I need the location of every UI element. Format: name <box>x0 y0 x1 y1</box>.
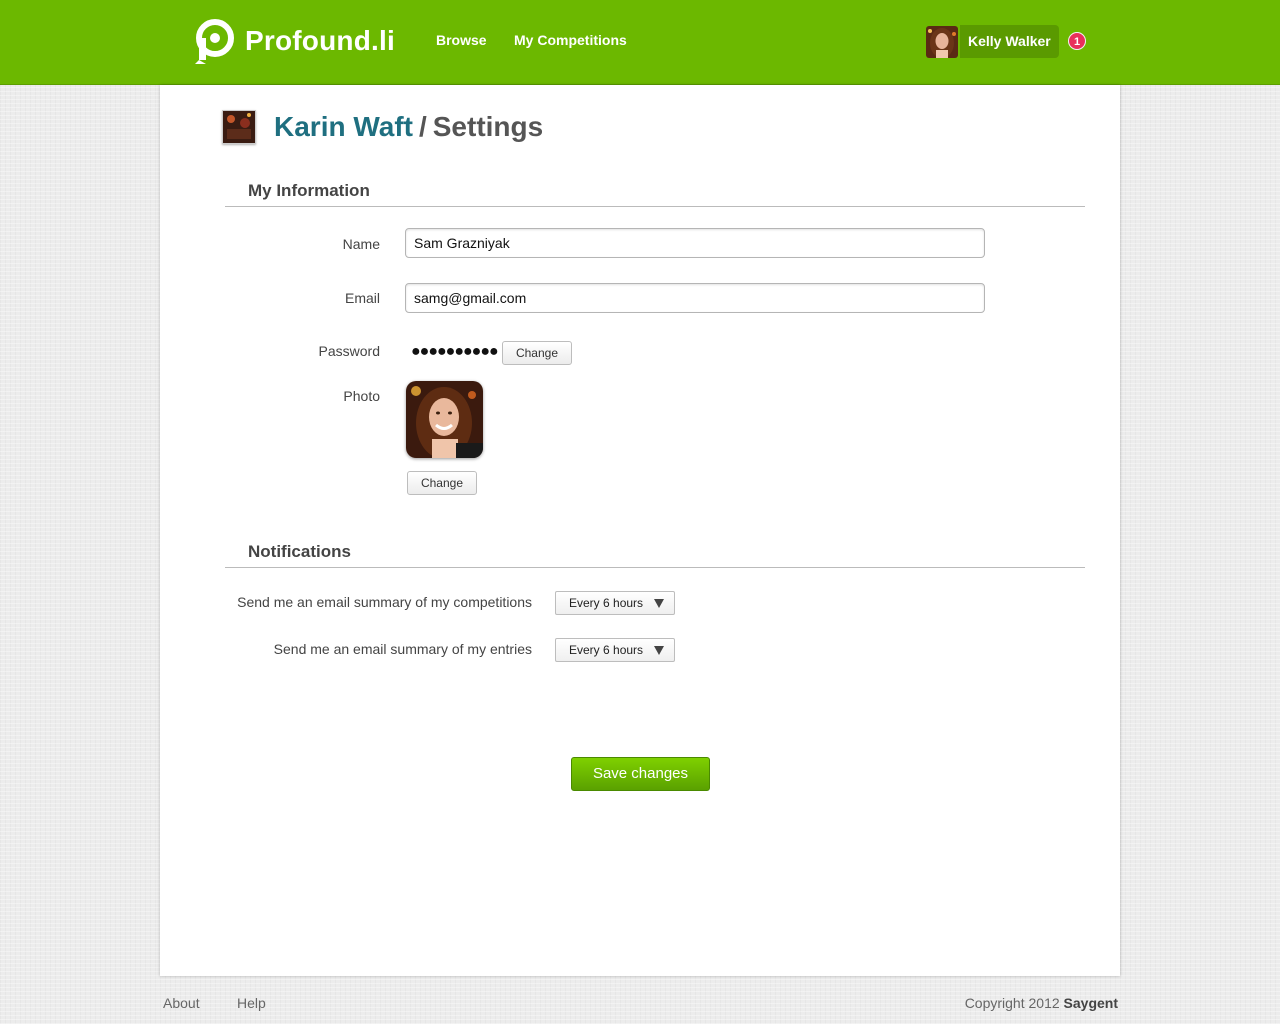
footer-about-link[interactable]: About <box>163 995 200 1011</box>
dropdown-arrow-icon <box>654 599 664 608</box>
main-panel <box>160 85 1120 976</box>
brand-name: Profound.li <box>245 25 395 56</box>
user-menu[interactable]: Kelly Walker <box>926 25 1059 58</box>
dropdown-arrow-icon <box>654 646 664 655</box>
save-changes-button[interactable]: Save changes <box>571 757 710 791</box>
page-header: Karin Waft / Settings <box>222 110 543 144</box>
competition-avatar <box>222 110 256 144</box>
password-mask: ●●●●●●●●●● <box>411 343 499 360</box>
change-password-button[interactable]: Change <box>502 341 572 365</box>
nav-my-competitions[interactable]: My Competitions <box>514 32 627 48</box>
my-information-heading: My Information <box>248 181 370 200</box>
copyright-text: Copyright 2012 <box>964 995 1060 1011</box>
competitions-frequency-value: Every 6 hours <box>569 596 644 610</box>
section-divider <box>225 567 1085 568</box>
password-label: Password <box>318 343 380 359</box>
competitions-summary-label: Send me an email summary of my competiti… <box>237 594 532 610</box>
user-avatar <box>926 25 958 58</box>
page-owner-link[interactable]: Karin Waft <box>274 111 413 143</box>
name-input[interactable] <box>405 228 985 258</box>
user-name: Kelly Walker <box>960 25 1059 58</box>
photo-label: Photo <box>343 388 380 404</box>
section-divider <box>225 206 1085 207</box>
name-label: Name <box>342 236 380 252</box>
company-name[interactable]: Saygent <box>1064 995 1118 1011</box>
email-input[interactable] <box>405 283 985 313</box>
page-title: Settings <box>432 111 544 142</box>
nav-browse[interactable]: Browse <box>436 32 487 48</box>
top-navigation-bar: Profound.li Browse My Competitions Kelly… <box>0 0 1280 85</box>
notification-badge[interactable]: 1 <box>1068 32 1086 50</box>
brand-logo[interactable]: Profound.li <box>193 18 395 64</box>
profound-logo-icon <box>195 19 234 64</box>
entries-frequency-select[interactable]: Every 6 hours <box>555 638 675 662</box>
competitions-frequency-select[interactable]: Every 6 hours <box>555 591 675 615</box>
copyright-notice: Copyright 2012 Saygent <box>965 995 1118 1011</box>
entries-frequency-value: Every 6 hours <box>569 643 644 657</box>
notifications-heading: Notifications <box>248 542 351 561</box>
change-photo-button[interactable]: Change <box>407 471 477 495</box>
email-label: Email <box>344 290 380 306</box>
profile-photo <box>406 381 483 458</box>
title-separator: / <box>418 111 427 142</box>
entries-summary-label: Send me an email summary of my entries <box>273 641 532 657</box>
footer-help-link[interactable]: Help <box>237 995 266 1011</box>
